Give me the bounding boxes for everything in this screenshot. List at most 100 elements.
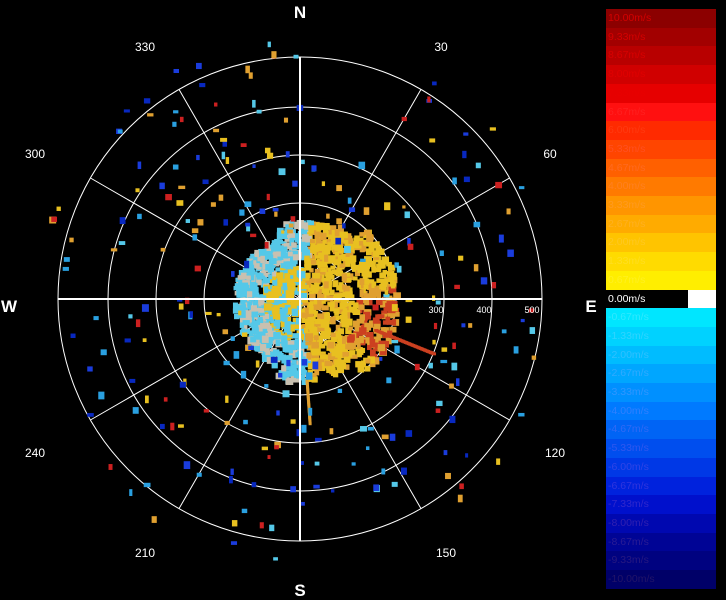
echo-cell — [142, 338, 147, 343]
echo-cell — [258, 301, 264, 306]
legend-label: 7.33m/s — [608, 86, 646, 99]
echo-cell — [301, 234, 309, 242]
echo-cell — [449, 415, 456, 424]
echo-cell — [273, 557, 278, 561]
echo-cell — [531, 355, 537, 360]
echo-cell — [355, 264, 362, 271]
legend-entry: -3.33m/s — [606, 383, 716, 402]
echo-cell — [185, 219, 191, 223]
echo-cell — [100, 349, 107, 356]
echo-cell — [443, 450, 448, 456]
legend-entry: 5.33m/s — [606, 139, 716, 159]
echo-cell — [324, 360, 333, 367]
echo-cell — [449, 383, 454, 389]
legend-label: -3.33m/s — [608, 386, 649, 398]
echo-cell — [353, 302, 359, 309]
echo-cell — [496, 458, 501, 465]
echo-cell — [222, 329, 229, 335]
echo-cell — [261, 335, 269, 343]
echo-cell — [507, 249, 514, 257]
legend-entry: -0.67m/s — [606, 308, 716, 327]
echo-cell — [271, 306, 277, 314]
legend-entry: -7.33m/s — [606, 495, 716, 514]
echo-cell — [257, 256, 262, 262]
echo-cell — [98, 391, 105, 400]
echo-cell — [360, 426, 367, 432]
echo-cell — [353, 237, 358, 244]
echo-cell — [244, 201, 252, 208]
azimuth-label-30: 30 — [434, 40, 448, 54]
echo-cell — [224, 420, 230, 425]
echo-cell — [363, 284, 369, 290]
echo-cell — [163, 397, 168, 402]
echo-cell — [179, 116, 184, 123]
echo-cell — [178, 185, 186, 190]
echo-cell — [369, 235, 374, 241]
echo-cell — [435, 408, 441, 413]
echo-cell — [56, 206, 61, 211]
echo-cell — [432, 352, 437, 356]
echo-cell — [290, 216, 296, 222]
echo-cell — [347, 197, 352, 204]
echo-cell — [264, 278, 270, 284]
echo-cell — [284, 321, 292, 329]
echo-cell — [315, 272, 320, 279]
echo-cell — [318, 252, 323, 259]
echo-cell — [223, 219, 229, 226]
echo-cell — [132, 407, 139, 414]
echo-cell — [405, 430, 413, 437]
echo-cell — [506, 208, 511, 215]
echo-cell — [87, 366, 93, 372]
echo-cell — [172, 121, 177, 127]
echo-cell — [248, 72, 253, 79]
echo-cell — [279, 308, 285, 315]
echo-cell — [305, 341, 311, 346]
echo-cell — [275, 313, 281, 320]
echo-cell — [304, 222, 309, 230]
echo-cell — [258, 308, 265, 313]
echo-cell — [264, 384, 269, 388]
echo-cell — [225, 395, 229, 403]
echo-cell — [306, 372, 313, 380]
echo-cell — [337, 328, 345, 335]
range-label-400: 400 — [476, 305, 491, 315]
echo-cell — [199, 83, 206, 88]
echo-cell — [307, 363, 314, 370]
echo-cell — [367, 426, 374, 431]
echo-cell — [468, 323, 473, 328]
echo-cell — [359, 289, 364, 298]
echo-cell — [236, 293, 242, 298]
echo-cell — [384, 290, 389, 295]
echo-cell — [317, 313, 325, 320]
echo-cell — [93, 316, 99, 321]
echo-cell — [300, 461, 304, 465]
echo-cell — [329, 304, 335, 312]
echo-cell — [51, 216, 58, 222]
echo-cell — [335, 360, 343, 368]
echo-cell — [147, 113, 154, 117]
echo-cell — [143, 482, 151, 488]
echo-cell — [349, 350, 356, 356]
echo-cell — [370, 281, 377, 287]
echo-cell — [250, 233, 257, 238]
echo-cell — [301, 359, 308, 366]
echo-cell — [529, 327, 536, 334]
echo-cell — [335, 237, 342, 245]
echo-cell — [339, 302, 346, 310]
echo-cell — [273, 290, 282, 297]
echo-cell — [391, 339, 399, 344]
echo-cell — [256, 109, 262, 114]
echo-cell — [246, 275, 251, 280]
range-label-500: 500 — [524, 305, 539, 315]
echo-cell — [330, 489, 335, 493]
echo-cell — [491, 282, 497, 289]
echo-cell — [262, 322, 270, 329]
echo-cell — [330, 265, 336, 270]
echo-cell — [241, 332, 248, 337]
echo-cell — [251, 311, 259, 318]
echo-cell — [369, 349, 376, 357]
echo-cell — [288, 223, 294, 228]
echo-cell — [382, 269, 388, 275]
echo-cell — [308, 422, 312, 426]
echo-cell — [172, 164, 179, 170]
